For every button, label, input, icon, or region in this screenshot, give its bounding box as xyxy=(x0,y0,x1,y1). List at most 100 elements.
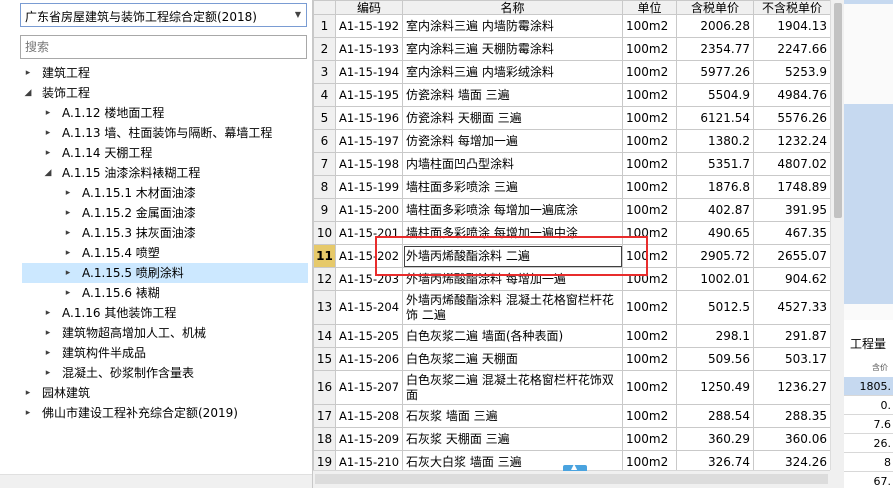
price-notax-cell[interactable]: 5576.26 xyxy=(753,106,830,130)
collapsed-arrow-icon[interactable]: ▸ xyxy=(42,343,54,363)
price-notax-cell[interactable]: 4984.76 xyxy=(753,83,830,107)
table-row[interactable]: 12 A1-15-203 外墙丙烯酸酯涂料 每增加一遍 100m2 1002.01 904… xyxy=(313,267,830,291)
search-box[interactable] xyxy=(20,35,307,59)
library-dropdown[interactable]: 广东省房屋建筑与装饰工程综合定额(2018) ▼ xyxy=(20,3,307,27)
price-notax-cell[interactable]: 1236.27 xyxy=(753,370,830,405)
unit-cell[interactable]: 100m2 xyxy=(622,14,677,38)
row-number[interactable]: 8 xyxy=(313,175,336,199)
tree-item[interactable]: ▸ A.1.12 楼地面工程 xyxy=(0,103,312,123)
table-row[interactable]: 17 A1-15-208 石灰浆 墙面 三遍 100m2 288.54 288.35 xyxy=(313,404,830,428)
unit-cell[interactable]: 100m2 xyxy=(622,152,677,176)
unit-cell[interactable]: 100m2 xyxy=(622,290,677,325)
collapsed-arrow-icon[interactable]: ▸ xyxy=(42,323,54,343)
unit-cell[interactable]: 100m2 xyxy=(622,267,677,291)
unit-cell[interactable]: 100m2 xyxy=(622,244,677,268)
table-row[interactable]: 11 A1-15-202 外墙丙烯酸酯涂料 二遍 100m2 2905.72 2655.0… xyxy=(313,244,830,268)
collapsed-arrow-icon[interactable]: ▸ xyxy=(62,203,74,223)
row-number[interactable]: 9 xyxy=(313,198,336,222)
tree-item[interactable]: ▸ 混凝土、砂浆制作含量表 xyxy=(0,363,312,383)
scroll-thumb[interactable] xyxy=(315,474,828,484)
unit-cell[interactable]: 100m2 xyxy=(622,198,677,222)
name-cell[interactable]: 外墙丙烯酸酯涂料 二遍 xyxy=(402,244,623,268)
table-row[interactable]: 6 A1-15-197 仿瓷涂料 每增加一遍 100m2 1380.2 1232.24 xyxy=(313,129,830,153)
price-tax-cell[interactable]: 1380.2 xyxy=(676,129,754,153)
code-cell[interactable]: A1-15-201 xyxy=(335,221,403,245)
row-number[interactable]: 10 xyxy=(313,221,336,245)
price-notax-cell[interactable]: 291.87 xyxy=(753,324,830,348)
name-cell[interactable]: 白色灰浆二遍 天棚面 xyxy=(402,347,623,371)
price-tax-cell[interactable]: 1876.8 xyxy=(676,175,754,199)
header-unit[interactable]: 单位 xyxy=(622,0,677,15)
row-number[interactable]: 18 xyxy=(313,427,336,451)
collapsed-arrow-icon[interactable]: ▸ xyxy=(22,63,34,83)
code-cell[interactable]: A1-15-204 xyxy=(335,290,403,325)
code-cell[interactable]: A1-15-192 xyxy=(335,14,403,38)
price-tax-cell[interactable]: 2354.77 xyxy=(676,37,754,61)
name-cell[interactable]: 内墙柱面凹凸型涂料 xyxy=(402,152,623,176)
price-tax-cell[interactable]: 5351.7 xyxy=(676,152,754,176)
expanded-arrow-icon[interactable]: ◢ xyxy=(22,83,34,103)
name-cell[interactable]: 石灰浆 天棚面 三遍 xyxy=(402,427,623,451)
name-cell[interactable]: 外墙丙烯酸酯涂料 每增加一遍 xyxy=(402,267,623,291)
tree-item[interactable]: ◢ 装饰工程 xyxy=(0,83,312,103)
table-row[interactable]: 4 A1-15-195 仿瓷涂料 墙面 三遍 100m2 5504.9 4984.76 xyxy=(313,83,830,107)
row-number[interactable]: 5 xyxy=(313,106,336,130)
collapsed-arrow-icon[interactable]: ▸ xyxy=(42,363,54,383)
name-cell[interactable]: 墙柱面多彩喷涂 三遍 xyxy=(402,175,623,199)
price-tax-cell[interactable]: 5012.5 xyxy=(676,290,754,325)
price-notax-cell[interactable]: 360.06 xyxy=(753,427,830,451)
row-number[interactable]: 7 xyxy=(313,152,336,176)
unit-cell[interactable]: 100m2 xyxy=(622,129,677,153)
tree-item[interactable]: ▸ A.1.15.4 喷塑 xyxy=(0,243,312,263)
tree-item[interactable]: ▸ A.1.16 其他装饰工程 xyxy=(0,303,312,323)
code-cell[interactable]: A1-15-196 xyxy=(335,106,403,130)
collapsed-arrow-icon[interactable]: ▸ xyxy=(62,183,74,203)
expanded-arrow-icon[interactable]: ◢ xyxy=(42,163,54,183)
name-cell[interactable]: 石灰浆 墙面 三遍 xyxy=(402,404,623,428)
code-cell[interactable]: A1-15-200 xyxy=(335,198,403,222)
table-row[interactable]: 9 A1-15-200 墙柱面多彩喷涂 每增加一遍底涂 100m2 402.87 391.… xyxy=(313,198,830,222)
name-cell[interactable]: 室内涂料三遍 内墙彩绒涂料 xyxy=(402,60,623,84)
scroll-thumb[interactable] xyxy=(834,3,842,218)
quantity-cell[interactable]: 26. xyxy=(844,434,893,453)
unit-cell[interactable]: 100m2 xyxy=(622,370,677,405)
collapsed-arrow-icon[interactable]: ▸ xyxy=(62,263,74,283)
row-number[interactable]: 14 xyxy=(313,324,336,348)
grid-vertical-scrollbar[interactable] xyxy=(830,0,844,470)
code-cell[interactable]: A1-15-210 xyxy=(335,450,403,470)
code-cell[interactable]: A1-15-208 xyxy=(335,404,403,428)
table-row[interactable]: 13 A1-15-204 外墙丙烯酸酯涂料 混凝土花格窗栏杆花饰 二遍 100m2 50… xyxy=(313,290,830,325)
table-row[interactable]: 15 A1-15-206 白色灰浆二遍 天棚面 100m2 509.56 503.17 xyxy=(313,347,830,371)
chevron-down-icon[interactable]: ▼ xyxy=(290,4,306,26)
quantity-cell[interactable]: 67. xyxy=(844,472,893,488)
unit-cell[interactable]: 100m2 xyxy=(622,83,677,107)
splitter-handle[interactable]: ▲ xyxy=(563,462,587,471)
search-input[interactable] xyxy=(21,36,306,58)
name-cell[interactable]: 仿瓷涂料 天棚面 三遍 xyxy=(402,106,623,130)
collapsed-arrow-icon[interactable]: ▸ xyxy=(62,223,74,243)
row-number[interactable]: 17 xyxy=(313,404,336,428)
price-notax-cell[interactable]: 2655.07 xyxy=(753,244,830,268)
table-row[interactable]: 8 A1-15-199 墙柱面多彩喷涂 三遍 100m2 1876.8 1748.89 xyxy=(313,175,830,199)
price-tax-cell[interactable]: 490.65 xyxy=(676,221,754,245)
tree-item[interactable]: ▸ 建筑物超高增加人工、机械 xyxy=(0,323,312,343)
price-notax-cell[interactable]: 4807.02 xyxy=(753,152,830,176)
quantity-cell[interactable]: 1805. xyxy=(844,377,893,396)
unit-cell[interactable]: 100m2 xyxy=(622,60,677,84)
price-notax-cell[interactable]: 1232.24 xyxy=(753,129,830,153)
unit-cell[interactable]: 100m2 xyxy=(622,221,677,245)
price-notax-cell[interactable]: 1748.89 xyxy=(753,175,830,199)
name-cell[interactable]: 石灰大白浆 墙面 三遍 xyxy=(402,450,623,470)
tree-item[interactable]: ▸ A.1.15.6 裱糊 xyxy=(0,283,312,303)
code-cell[interactable]: A1-15-209 xyxy=(335,427,403,451)
row-number[interactable]: 15 xyxy=(313,347,336,371)
code-cell[interactable]: A1-15-206 xyxy=(335,347,403,371)
code-cell[interactable]: A1-15-193 xyxy=(335,37,403,61)
header-price-tax[interactable]: 含税单价 xyxy=(676,0,754,15)
collapsed-arrow-icon[interactable]: ▸ xyxy=(22,403,34,423)
price-notax-cell[interactable]: 467.35 xyxy=(753,221,830,245)
tree-item[interactable]: ▸ A.1.15.2 金属面油漆 xyxy=(0,203,312,223)
price-tax-cell[interactable]: 5504.9 xyxy=(676,83,754,107)
row-number[interactable]: 1 xyxy=(313,14,336,38)
price-notax-cell[interactable]: 904.62 xyxy=(753,267,830,291)
